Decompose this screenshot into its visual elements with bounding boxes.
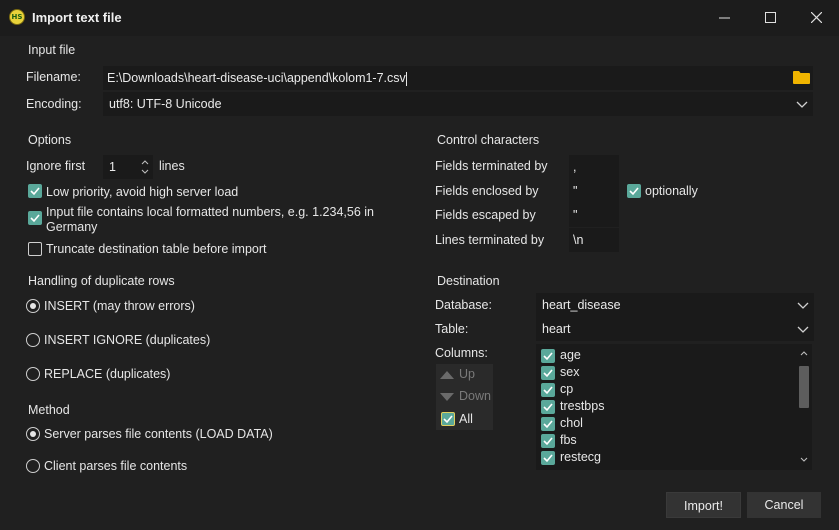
server-parses-label: Server parses file contents (LOAD DATA) [44,427,273,441]
method-heading: Method [28,403,70,417]
truncate-checkbox[interactable] [28,242,42,256]
move-up-label: Up [459,367,475,381]
column-name: restecg [560,450,601,464]
maximize-icon[interactable] [747,0,793,36]
encoding-value: utf8: UTF-8 Unicode [109,97,222,111]
title-bar: HS Import text file [0,0,839,36]
local-numbers-label-line2: Germany [46,220,98,234]
close-icon[interactable] [793,0,839,36]
move-down-label: Down [459,389,491,403]
ignore-first-value: 1 [109,160,116,174]
cancel-button[interactable]: Cancel [747,492,821,518]
fields-escaped-label: Fields escaped by [435,208,536,222]
lines-terminated-input[interactable]: \n [569,228,619,252]
import-button[interactable]: Import! [666,492,741,518]
minimize-icon[interactable] [701,0,747,36]
optionally-label: optionally [645,184,698,198]
spinner-arrows-icon[interactable] [140,157,150,177]
client-parses-label: Client parses file contents [44,459,188,473]
insert-radio[interactable] [26,299,40,313]
column-checkbox[interactable] [541,349,555,363]
fields-escaped-input[interactable]: " [569,203,619,227]
fields-terminated-label: Fields terminated by [435,159,548,173]
replace-radio[interactable] [26,367,40,381]
optionally-checkbox[interactable] [627,184,641,198]
column-name: fbs [560,433,577,447]
scroll-down-icon[interactable] [799,456,809,464]
insert-ignore-radio[interactable] [26,333,40,347]
server-parses-radio[interactable] [26,427,40,441]
options-heading: Options [28,133,72,147]
column-name: trestbps [560,399,605,413]
fields-enclosed-label: Fields enclosed by [435,184,539,198]
chevron-down-icon [797,302,809,309]
chevron-down-icon [796,101,808,108]
app-logo-icon: HS [9,9,25,25]
low-priority-label: Low priority, avoid high server load [46,185,239,199]
fields-terminated-input[interactable]: , [569,155,619,179]
duplicates-heading: Handling of duplicate rows [28,274,175,288]
insert-radio-label: INSERT (may throw errors) [44,299,195,313]
text-cursor [405,71,407,86]
input-file-heading: Input file [28,43,76,57]
column-name: sex [560,365,580,379]
folder-open-icon[interactable] [793,70,810,87]
encoding-select[interactable]: utf8: UTF-8 Unicode [103,92,813,116]
insert-ignore-radio-label: INSERT IGNORE (duplicates) [44,333,211,347]
table-value: heart [542,322,571,336]
low-priority-checkbox[interactable] [28,184,42,198]
move-up-button[interactable]: Up [440,367,475,383]
control-chars-heading: Control characters [437,133,540,147]
column-checkbox[interactable] [541,451,555,465]
filename-value: E:\Downloads\heart-disease-uci\append\ko… [107,71,406,85]
all-columns-checkbox[interactable] [441,412,455,426]
scroll-up-icon[interactable] [799,349,809,357]
database-value: heart_disease [542,298,621,312]
local-numbers-checkbox[interactable] [28,211,42,225]
client-parses-radio[interactable] [26,459,40,473]
chevron-down-icon [797,326,809,333]
filename-input[interactable]: E:\Downloads\heart-disease-uci\append\ko… [103,66,813,90]
ignore-first-label: Ignore first [26,159,86,173]
ignore-first-spinner[interactable]: 1 [103,155,153,179]
column-checkbox[interactable] [541,434,555,448]
window-title: Import text file [32,10,122,25]
table-select[interactable]: heart [536,317,814,341]
lines-label: lines [159,159,185,173]
filename-label: Filename: [26,70,81,84]
fields-enclosed-input[interactable]: " [569,179,619,203]
move-down-button[interactable]: Down [440,389,491,405]
scrollbar-thumb[interactable] [799,366,809,408]
column-name: chol [560,416,583,430]
columns-scrollbar[interactable] [796,344,812,470]
database-select[interactable]: heart_disease [536,293,814,317]
all-columns-label: All [459,412,473,426]
local-numbers-label-line1: Input file contains local formatted numb… [46,205,374,219]
replace-radio-label: REPLACE (duplicates) [44,367,171,381]
lines-terminated-label: Lines terminated by [435,233,545,247]
column-checkbox[interactable] [541,366,555,380]
column-checkbox[interactable] [541,383,555,397]
column-checkbox[interactable] [541,400,555,414]
truncate-label: Truncate destination table before import [46,242,267,256]
arrow-up-icon [440,371,454,379]
arrow-down-icon [440,393,454,401]
columns-list[interactable]: age sex cp trestbps chol fbs restecg [536,344,812,470]
table-label: Table: [435,322,469,336]
database-label: Database: [435,298,492,312]
columns-label: Columns: [435,346,488,360]
column-name: cp [560,382,574,396]
column-checkbox[interactable] [541,417,555,431]
destination-heading: Destination [437,274,500,288]
column-name: age [560,348,581,362]
encoding-label: Encoding: [26,97,82,111]
